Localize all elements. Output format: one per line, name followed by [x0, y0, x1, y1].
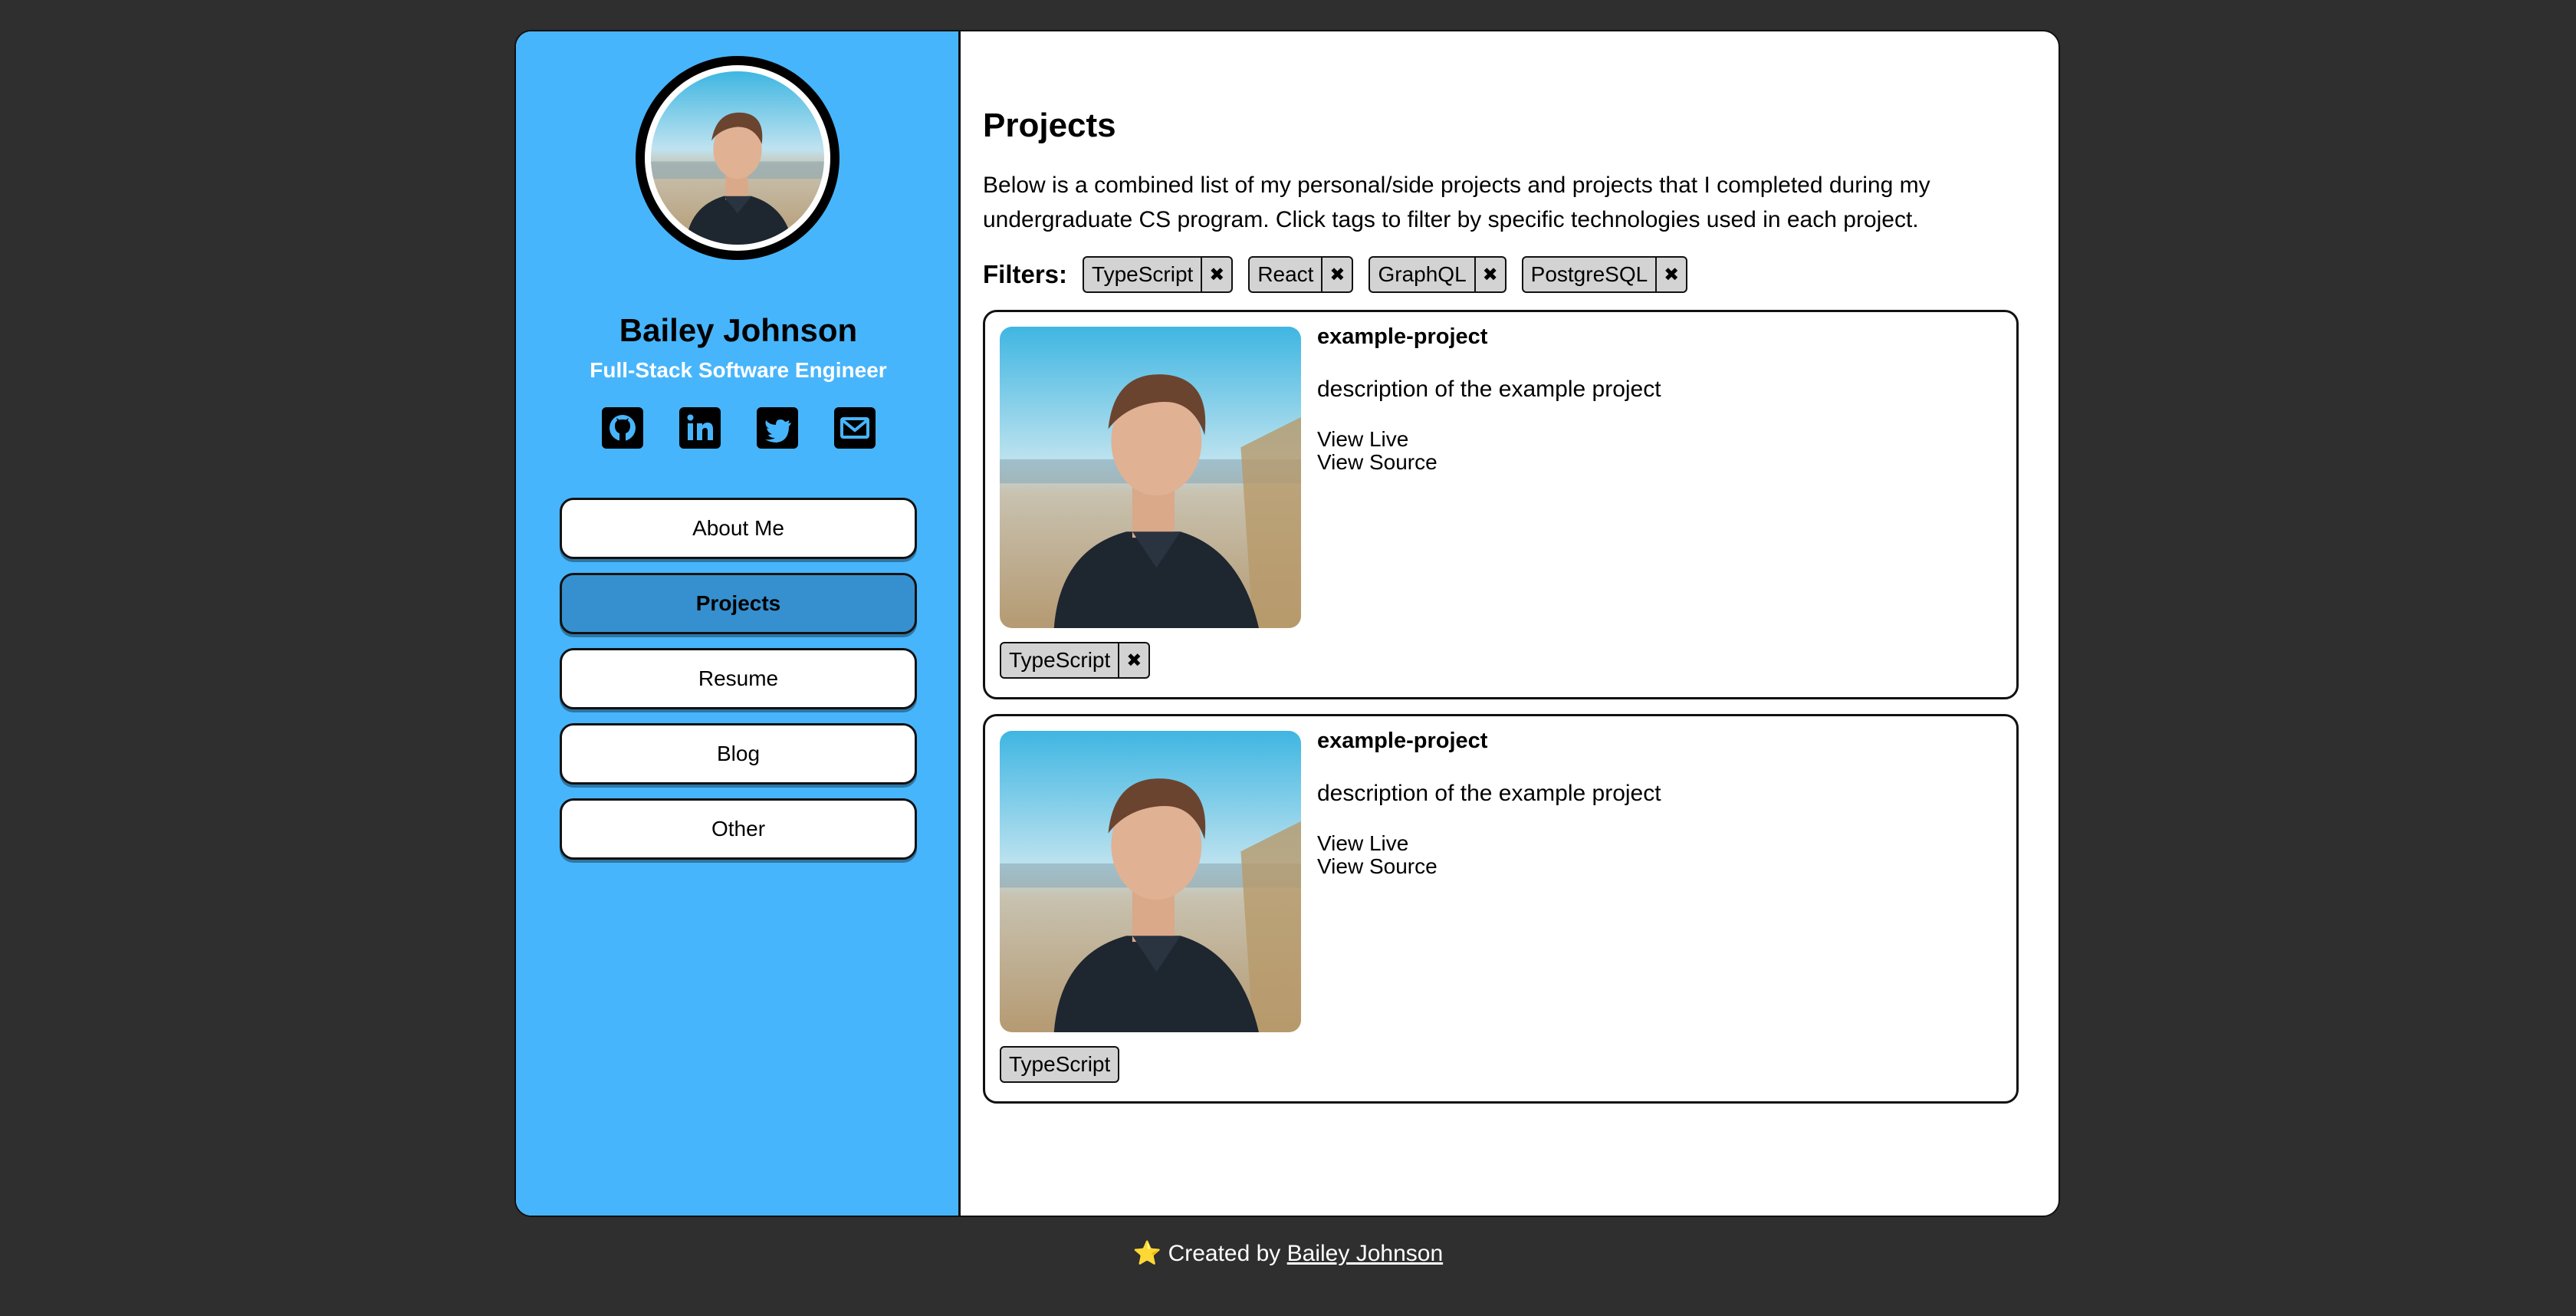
project-description: description of the example project: [1317, 377, 1661, 402]
project-title: example-project: [1317, 729, 1488, 753]
main-content: Projects Below is a combined list of my …: [983, 31, 2041, 1216]
github-icon[interactable]: [601, 407, 643, 449]
nav-other-button[interactable]: Other: [560, 798, 917, 860]
filter-tag-react: React ✖: [1248, 256, 1354, 293]
avatar: [636, 56, 840, 260]
project-tag-typescript: TypeScript ✖: [1000, 642, 1151, 679]
envelope-icon[interactable]: [833, 407, 876, 449]
remove-filter-icon[interactable]: ✖: [1474, 258, 1505, 291]
profile-title: Full-Stack Software Engineer: [590, 358, 887, 382]
intro-text: Below is a combined list of my personal/…: [983, 173, 1930, 232]
sidebar: Bailey Johnson Full-Stack Software Engin…: [516, 31, 961, 1216]
filter-tag-label[interactable]: GraphQL: [1370, 258, 1474, 291]
view-live-link[interactable]: View Live: [1317, 831, 1408, 856]
view-live-link[interactable]: View Live: [1317, 427, 1408, 452]
project-thumbnail: [1000, 731, 1301, 1032]
portrait-image: [1000, 731, 1301, 1032]
filter-bar: Filters: TypeScript ✖ React ✖ GraphQL ✖ …: [983, 255, 1688, 294]
portrait-image: [651, 71, 824, 245]
portfolio-card: Bailey Johnson Full-Stack Software Engin…: [514, 30, 2060, 1217]
nav-resume-button[interactable]: Resume: [560, 648, 917, 709]
filters-label: Filters:: [983, 260, 1068, 288]
social-links: [516, 407, 961, 449]
filter-tag-label[interactable]: TypeScript: [1084, 258, 1201, 291]
footer: ⭐ Created by Bailey Johnson: [0, 1240, 2576, 1267]
star-icon: ⭐: [1132, 1241, 1162, 1266]
remove-filter-icon[interactable]: ✖: [1321, 258, 1352, 291]
project-thumbnail: [1000, 327, 1301, 628]
nav-blog-button[interactable]: Blog: [560, 723, 917, 785]
filter-tag-graphql: GraphQL ✖: [1368, 256, 1506, 293]
remove-tag-icon[interactable]: ✖: [1118, 643, 1148, 677]
filter-tag-postgresql: PostgreSQL ✖: [1521, 256, 1688, 293]
project-tag-label[interactable]: TypeScript: [1001, 1048, 1118, 1081]
main-navigation: About Me Projects Resume Blog Other: [560, 498, 917, 873]
page-title: Projects: [983, 107, 1116, 144]
profile-name: Bailey Johnson: [619, 312, 858, 348]
avatar-photo: [651, 71, 824, 245]
project-tag-typescript: TypeScript: [1000, 1046, 1120, 1083]
view-source-link[interactable]: View Source: [1317, 450, 1438, 475]
filter-tag-typescript: TypeScript ✖: [1083, 256, 1234, 293]
view-source-link[interactable]: View Source: [1317, 854, 1438, 879]
portrait-image: [1000, 327, 1301, 628]
project-title: example-project: [1317, 324, 1488, 349]
project-description: description of the example project: [1317, 781, 1661, 806]
footer-prefix: Created by: [1168, 1241, 1281, 1266]
filter-tag-label[interactable]: React: [1250, 258, 1321, 291]
project-card: example-project description of the examp…: [983, 310, 2019, 699]
project-tag-label[interactable]: TypeScript: [1001, 643, 1118, 677]
filter-tag-label[interactable]: PostgreSQL: [1523, 258, 1656, 291]
linkedin-icon[interactable]: [678, 407, 721, 449]
nav-about-me-button[interactable]: About Me: [560, 498, 917, 559]
remove-filter-icon[interactable]: ✖: [1655, 258, 1686, 291]
project-tags: TypeScript: [1000, 1046, 1120, 1083]
author-link[interactable]: Bailey Johnson: [1287, 1241, 1443, 1266]
project-card: example-project description of the examp…: [983, 714, 2019, 1104]
nav-projects-button[interactable]: Projects: [560, 573, 917, 634]
remove-filter-icon[interactable]: ✖: [1201, 258, 1231, 291]
twitter-icon[interactable]: [756, 407, 798, 449]
project-tags: TypeScript ✖: [1000, 642, 1151, 679]
